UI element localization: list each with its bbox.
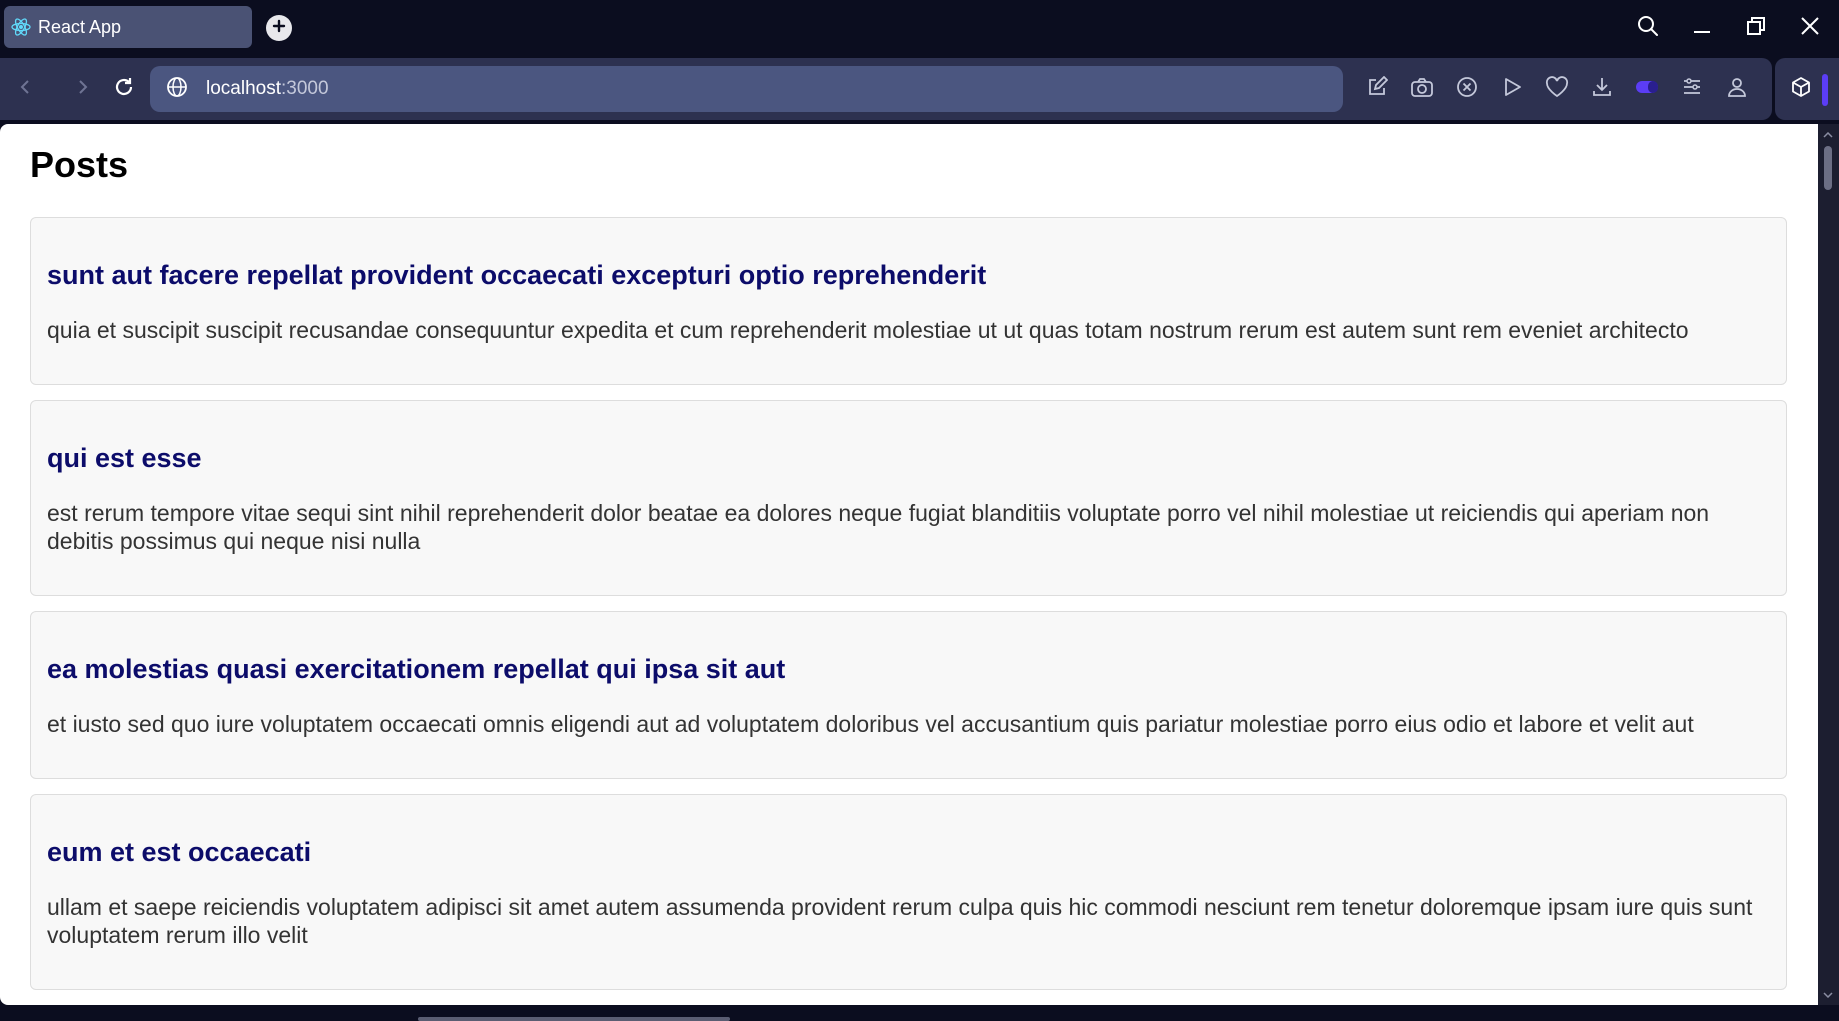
scroll-down-icon[interactable] [1822,990,1834,1000]
restore-icon [1746,16,1766,41]
toggle-icon [1635,78,1659,101]
close-window-button[interactable] [1792,10,1828,46]
post-title: qui est esse [47,443,202,473]
post-title: eum et est occaecati [47,837,312,867]
menu-lines-icon [1681,76,1703,103]
active-panel-indicator [1822,74,1828,106]
post-card: qui est esse est rerum tempore vitae seq… [30,400,1787,596]
minimize-icon [1692,16,1712,41]
forward-button[interactable] [66,73,98,105]
shield-x-icon [1456,76,1478,103]
restore-button[interactable] [1738,10,1774,46]
minimize-button[interactable] [1684,10,1720,46]
post-body: ullam et saepe reiciendis voluptatem adi… [47,894,1753,948]
back-button[interactable] [10,73,42,105]
page-viewport: Posts sunt aut facere repellat provident… [0,124,1818,1005]
post-card: ea molestias quasi exercitationem repell… [30,611,1787,779]
scrollbar-thumb[interactable] [1824,146,1832,190]
url-port: :3000 [281,78,329,99]
vertical-scrollbar[interactable] [1818,124,1839,1005]
heart-icon [1545,75,1569,103]
extensions-panel [1775,58,1839,120]
chevron-right-icon [73,78,91,101]
plus-icon [272,19,286,38]
horizontal-scrollbar-thumb[interactable] [418,1017,730,1021]
address-bar[interactable]: localhost:3000 [150,66,1343,112]
downloads-button[interactable] [1586,73,1618,105]
screenshot-button[interactable] [1406,73,1438,105]
browser-navbar: localhost:3000 [0,58,1772,120]
edit-icon [1366,75,1389,103]
download-icon [1591,76,1613,103]
reload-icon [113,76,135,103]
bottom-status-strip [0,1005,1839,1021]
edit-button[interactable] [1361,73,1393,105]
post-title: ea molestias quasi exercitationem repell… [47,654,786,684]
post-body: et iusto sed quo iure voluptatem occaeca… [47,711,1694,737]
camera-icon [1410,76,1434,103]
browser-tab-react-app[interactable]: React App [4,6,252,48]
post-card: eum et est occaecati ullam et saepe reic… [30,794,1787,990]
play-icon [1501,76,1523,103]
extension-toggle-button[interactable] [1631,73,1663,105]
react-logo-icon [10,16,32,38]
chevron-left-icon [17,78,35,101]
post-title: sunt aut facere repellat provident occae… [47,260,987,290]
search-tabs-button[interactable] [1630,10,1666,46]
close-icon [1800,16,1820,41]
profile-button[interactable] [1721,73,1753,105]
url-host: localhost [206,78,281,99]
search-icon [1636,14,1660,43]
bookmarks-button[interactable] [1541,73,1573,105]
globe-icon [166,76,188,103]
sidebar-menu-button[interactable] [1676,73,1708,105]
cube-icon [1790,76,1812,103]
tab-title: React App [38,16,122,37]
scroll-up-icon[interactable] [1822,130,1834,140]
posts-list: sunt aut facere repellat provident occae… [30,217,1787,1005]
reload-button[interactable] [108,73,140,105]
profile-icon [1726,76,1748,103]
browser-titlebar: React App [0,0,1839,56]
extensions-button[interactable] [1785,73,1817,105]
adblock-button[interactable] [1451,73,1483,105]
player-button[interactable] [1496,73,1528,105]
page-title: Posts [30,144,129,185]
post-body: quia et suscipit suscipit recusandae con… [47,317,1689,343]
post-card: sunt aut facere repellat provident occae… [30,217,1787,385]
new-tab-button[interactable] [266,15,292,41]
post-body: est rerum tempore vitae sequi sint nihil… [47,500,1710,554]
